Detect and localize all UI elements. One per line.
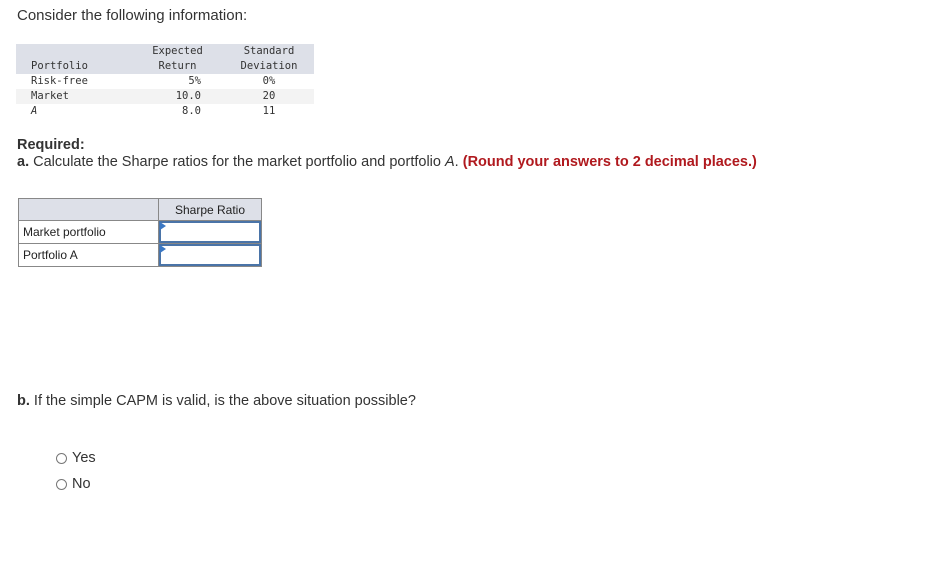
part-a-prefix: a.	[17, 154, 30, 170]
info-row-risk-free: Risk-free 5% 0%	[16, 74, 314, 89]
radio-label: No	[72, 476, 91, 492]
part-a-period: .	[454, 154, 459, 170]
answer-row-portfolio-a: Portfolio A	[18, 243, 262, 267]
info-row-a: A 8.0 11	[16, 104, 314, 119]
cell-portfolio: A	[31, 105, 38, 117]
cell-std-dev: 11	[262, 105, 276, 117]
sharpe-ratio-answer-table: Sharpe Ratio Market portfolio Portfolio …	[18, 198, 262, 267]
info-table-header-row: Portfolio Expected Return Standard Devia…	[16, 44, 314, 74]
part-a-italic: A	[445, 154, 455, 170]
header-expected-return-line2: Return	[158, 60, 197, 72]
answer-row-label: Market portfolio	[18, 220, 159, 244]
cell-portfolio: Risk-free	[31, 75, 88, 87]
market-sharpe-ratio-input[interactable]	[159, 221, 261, 243]
capm-radio-group: Yes No	[56, 445, 96, 497]
cell-std-dev: 0%	[262, 75, 276, 87]
radio-option-no[interactable]: No	[56, 471, 96, 497]
answer-cell	[158, 243, 262, 267]
header-portfolio: Portfolio	[31, 60, 88, 72]
part-b-text: If the simple CAPM is valid, is the abov…	[29, 393, 416, 409]
cell-std-dev: 20	[262, 90, 276, 102]
radio-option-yes[interactable]: Yes	[56, 445, 96, 471]
required-section: Required: a. Calculate the Sharpe ratios…	[17, 137, 757, 171]
answer-row-label: Portfolio A	[18, 243, 159, 267]
intro-text: Consider the following information:	[17, 7, 248, 24]
answer-header-empty	[18, 198, 159, 221]
required-label: Required:	[17, 137, 85, 153]
input-flag-icon	[160, 245, 166, 253]
radio-circle-icon[interactable]	[56, 478, 67, 490]
part-a-question: a. Calculate the Sharpe ratios for the m…	[17, 154, 757, 171]
part-b-prefix: b.	[17, 393, 30, 409]
answer-table-header-row: Sharpe Ratio	[18, 198, 262, 221]
header-standard-deviation: Standard Deviation	[224, 44, 314, 74]
portfolio-a-sharpe-ratio-input[interactable]	[159, 244, 261, 266]
header-std-dev-line1: Standard	[243, 45, 295, 57]
cell-expected-return: 8.0	[182, 105, 201, 117]
cell-portfolio: Market	[31, 90, 69, 102]
input-flag-icon	[160, 222, 166, 230]
cell-expected-return: 10.0	[175, 90, 201, 102]
part-b-question: b. If the simple CAPM is valid, is the a…	[17, 393, 416, 409]
info-row-market: Market 10.0 20	[16, 89, 314, 104]
part-a-text: Calculate the Sharpe ratios for the mark…	[29, 154, 445, 170]
header-std-dev-line2: Deviation	[240, 60, 298, 72]
rounding-instruction: (Round your answers to 2 decimal places.…	[462, 154, 757, 170]
cell-expected-return: 5%	[188, 75, 201, 87]
portfolio-info-table: Portfolio Expected Return Standard Devia…	[16, 44, 314, 119]
header-expected-return-line1: Expected	[152, 45, 203, 57]
radio-circle-icon[interactable]	[56, 452, 67, 464]
answer-cell	[158, 220, 262, 244]
radio-label: Yes	[72, 450, 96, 466]
answer-header-sharpe-ratio: Sharpe Ratio	[158, 198, 262, 221]
header-expected-return: Expected Return	[131, 44, 224, 74]
answer-row-market: Market portfolio	[18, 220, 262, 244]
